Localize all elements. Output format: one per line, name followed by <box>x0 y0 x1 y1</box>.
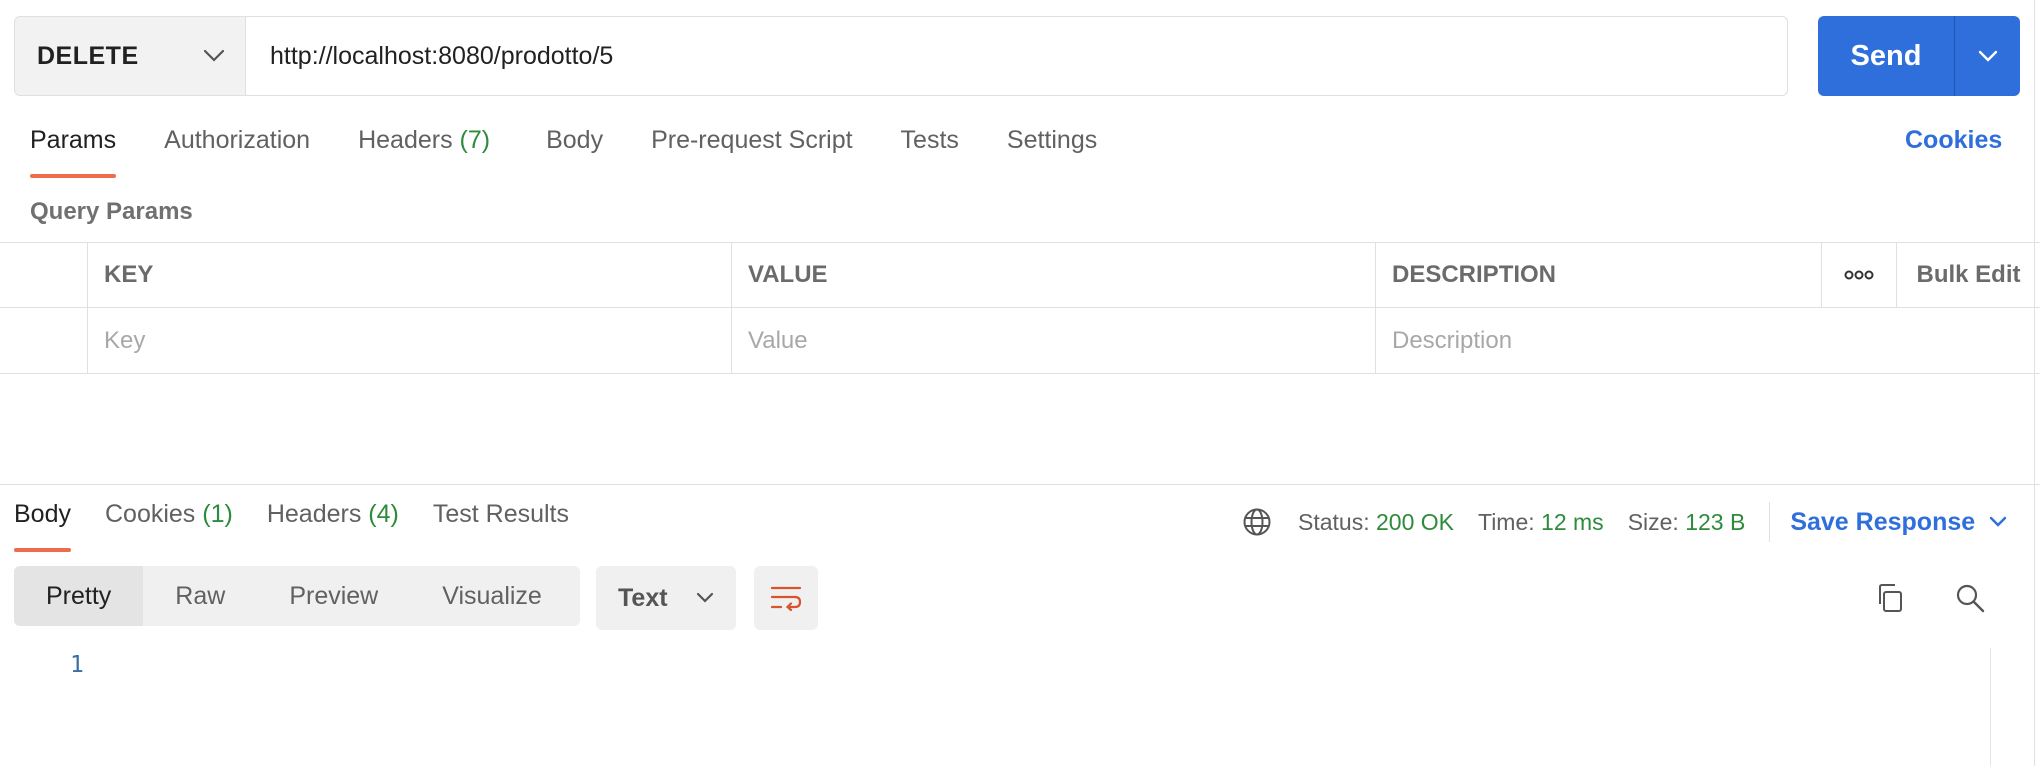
wrap-lines-icon <box>770 586 802 611</box>
view-mode-preview[interactable]: Preview <box>257 566 410 626</box>
view-mode-pretty[interactable]: Pretty <box>14 566 144 626</box>
response-tab-test-results[interactable]: Test Results <box>433 500 569 552</box>
checkbox-column-header <box>0 243 88 307</box>
response-tabs: Body Cookies (1) Headers (4) Test Result… <box>14 500 603 552</box>
status-indicator[interactable]: Status: 200 OK <box>1298 509 1454 536</box>
request-tabs: Params Authorization Headers (7) Body Pr… <box>30 126 1145 178</box>
search-button[interactable] <box>1952 580 1988 616</box>
method-select[interactable]: DELETE <box>14 16 246 96</box>
response-tab-headers[interactable]: Headers (4) <box>267 500 399 552</box>
view-mode-visualize[interactable]: Visualize <box>410 566 574 626</box>
chevron-down-icon <box>696 592 714 603</box>
key-input[interactable]: Key <box>88 308 732 373</box>
request-bar: DELETE http://localhost:8080/prodotto/5 <box>14 16 1788 96</box>
search-icon <box>1956 584 1985 613</box>
line-number: 1 <box>70 652 84 678</box>
cookies-link[interactable]: Cookies <box>1905 126 2002 155</box>
size-indicator[interactable]: Size: 123 B <box>1628 509 1746 536</box>
query-params-title: Query Params <box>30 198 193 225</box>
tab-body[interactable]: Body <box>546 126 603 178</box>
panel-edge <box>2034 0 2035 766</box>
response-headers-count: (4) <box>368 500 399 528</box>
table-header-row: KEY VALUE DESCRIPTION Bulk Edit <box>0 242 2040 308</box>
response-meta: Status: 200 OK Time: 12 ms Size: 123 B S… <box>1242 502 2007 542</box>
column-header-value: VALUE <box>732 243 1376 307</box>
chevron-down-icon <box>203 49 225 62</box>
send-options-button[interactable] <box>1955 16 2020 96</box>
tab-settings[interactable]: Settings <box>1007 126 1097 178</box>
tab-headers[interactable]: Headers (7) <box>358 126 490 178</box>
tab-params[interactable]: Params <box>30 126 117 178</box>
bulk-edit-button[interactable]: Bulk Edit <box>1897 243 2040 307</box>
response-divider <box>0 484 2040 485</box>
copy-button[interactable] <box>1872 580 1908 616</box>
response-tab-cookies[interactable]: Cookies (1) <box>105 500 233 552</box>
chevron-down-icon <box>1989 516 2007 527</box>
response-tab-body[interactable]: Body <box>14 500 71 552</box>
body-view-mode-selector: Pretty Raw Preview Visualize <box>14 566 580 626</box>
globe-icon[interactable] <box>1242 507 1272 537</box>
tab-pre-request-script[interactable]: Pre-request Script <box>651 126 852 178</box>
tab-authorization[interactable]: Authorization <box>164 126 310 178</box>
headers-count: (7) <box>459 126 491 154</box>
column-header-description: DESCRIPTION <box>1376 243 1822 307</box>
column-header-key: KEY <box>88 243 732 307</box>
send-button[interactable]: Send <box>1818 16 1954 96</box>
send-button-group: Send <box>1818 16 2020 96</box>
editor-scrollbar[interactable] <box>1990 648 2020 766</box>
response-body-editor[interactable] <box>110 646 1990 766</box>
save-response-button[interactable]: Save Response <box>1790 508 2007 537</box>
format-dropdown[interactable]: Text <box>596 566 736 630</box>
cookies-count: (1) <box>202 500 233 528</box>
query-params-table: KEY VALUE DESCRIPTION Bulk Edit Key Valu… <box>0 242 2040 374</box>
meta-separator <box>1769 502 1771 542</box>
ellipsis-icon <box>1844 270 1874 280</box>
format-label: Text <box>618 583 668 612</box>
chevron-down-icon <box>1978 50 1997 62</box>
tab-tests[interactable]: Tests <box>901 126 959 178</box>
wrap-lines-button[interactable] <box>754 566 818 630</box>
view-mode-raw[interactable]: Raw <box>143 566 257 626</box>
description-input[interactable]: Description <box>1376 308 2040 373</box>
copy-icon <box>1879 584 1902 612</box>
url-input[interactable]: http://localhost:8080/prodotto/5 <box>246 16 1788 96</box>
table-row: Key Value Description <box>0 308 2040 374</box>
method-label: DELETE <box>37 41 139 70</box>
value-input[interactable]: Value <box>732 308 1376 373</box>
time-indicator[interactable]: Time: 12 ms <box>1478 509 1604 536</box>
column-options-button[interactable] <box>1822 243 1897 307</box>
row-checkbox-cell <box>0 308 88 373</box>
